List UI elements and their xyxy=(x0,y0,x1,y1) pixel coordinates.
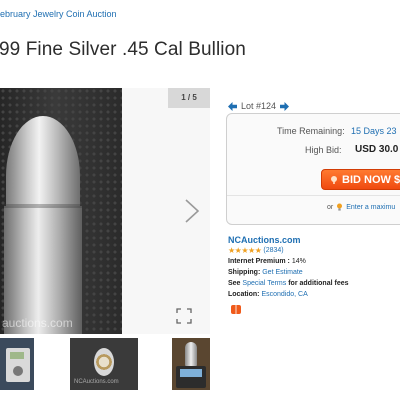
thumbnail-watermark: NCAuctions.com xyxy=(74,379,119,385)
main-image-viewer[interactable]: auctions.com xyxy=(0,88,210,334)
shipping-label: Shipping: xyxy=(228,269,261,276)
gavel-icon xyxy=(331,176,337,184)
see-text: See xyxy=(228,280,241,287)
bid-now-label: BID NOW $3 xyxy=(342,174,400,186)
bid-now-button[interactable]: BID NOW $3 xyxy=(321,169,400,190)
location-value[interactable]: Escondido, CA xyxy=(261,291,307,298)
page-title: 99 Fine Silver .45 Cal Bullion xyxy=(0,39,246,60)
internet-premium-value: 14% xyxy=(291,258,306,265)
chevron-right-icon[interactable] xyxy=(182,198,202,224)
bulb-icon xyxy=(337,203,343,211)
max-bid-row: or Enter a maximu xyxy=(327,203,395,211)
star-rating-icon: ★★★★★ xyxy=(228,246,262,255)
expand-icon[interactable] xyxy=(176,308,192,324)
rating-count-link[interactable]: (2834) xyxy=(263,247,283,254)
internet-premium-row: Internet Premium : 14% xyxy=(228,258,306,265)
main-photo: auctions.com xyxy=(0,88,122,334)
or-text: or xyxy=(327,203,334,211)
divider xyxy=(227,195,400,196)
image-counter: 1 / 5 xyxy=(168,88,210,108)
auction-item-page: ebruary Jewelry Coin Auction 99 Fine Sil… xyxy=(0,0,400,400)
next-lot-icon[interactable] xyxy=(280,101,290,111)
photo-watermark: auctions.com xyxy=(2,316,73,330)
thumbnail-3[interactable] xyxy=(172,338,210,390)
thumbnail-2[interactable]: NCAuctions.com xyxy=(70,338,138,390)
seller-rating: ★★★★★ (2834) xyxy=(228,246,284,255)
thumbnail-scale-screen xyxy=(10,352,24,359)
time-remaining-value: 15 Days 23 xyxy=(351,126,397,136)
enter-maximum-bid-link[interactable]: Enter a maximu xyxy=(346,204,395,211)
bullet-ring xyxy=(4,204,82,208)
internet-premium-label: Internet Premium : xyxy=(228,258,290,265)
thumbnail-scale-dial xyxy=(13,366,23,376)
get-estimate-link[interactable]: Get Estimate xyxy=(262,269,302,276)
location-row: Location: Escondido, CA xyxy=(228,291,308,298)
thumbnail-1[interactable] xyxy=(0,338,34,390)
time-remaining-label: Time Remaining: xyxy=(277,126,345,136)
previous-lot-icon[interactable] xyxy=(228,101,237,111)
lot-navigation: Lot #124 xyxy=(228,100,290,112)
bullet-tip xyxy=(6,116,80,208)
breadcrumb[interactable]: ebruary Jewelry Coin Auction xyxy=(0,9,117,19)
shipping-row: Shipping: Get Estimate xyxy=(228,269,303,276)
thumbnail-scale-screen xyxy=(180,369,202,377)
special-terms-row: See Special Terms for additional fees xyxy=(228,280,349,287)
bid-panel: Time Remaining: 15 Days 23 High Bid: USD… xyxy=(226,113,400,225)
high-bid-label: High Bid: xyxy=(305,145,342,155)
thumbnail-bullet xyxy=(185,342,197,366)
location-label: Location: xyxy=(228,291,260,298)
additional-fees-text: for additional fees xyxy=(288,280,349,287)
thumbnail-bullet-base xyxy=(94,348,114,376)
high-bid-value: USD 30.0 xyxy=(355,144,399,155)
bullet-casing xyxy=(4,206,82,334)
lot-number: Lot #124 xyxy=(241,101,277,111)
special-terms-link[interactable]: Special Terms xyxy=(242,280,286,287)
gift-icon[interactable] xyxy=(231,305,241,314)
seller-name-link[interactable]: NCAuctions.com xyxy=(228,235,301,245)
